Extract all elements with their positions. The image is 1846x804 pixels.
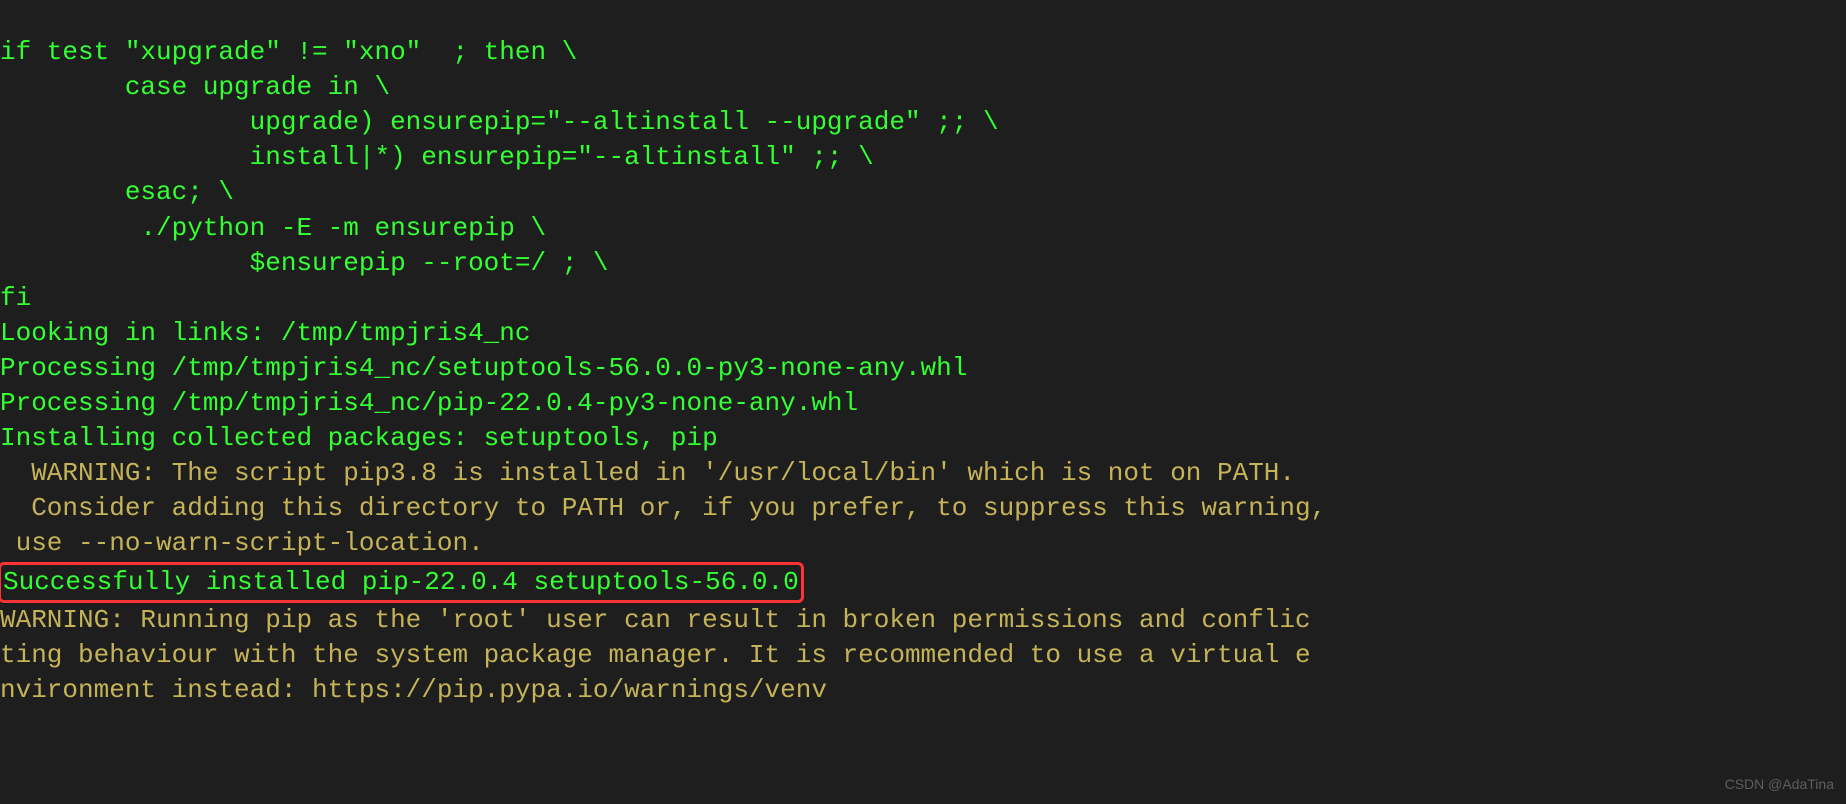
- code-line: fi: [0, 283, 31, 313]
- output-line: Processing /tmp/tmpjris4_nc/pip-22.0.4-p…: [0, 388, 858, 418]
- success-line-highlighted: Successfully installed pip-22.0.4 setupt…: [0, 562, 804, 603]
- watermark-text: CSDN @AdaTina: [1725, 775, 1834, 794]
- code-line: case upgrade in \: [0, 72, 390, 102]
- output-line: Processing /tmp/tmpjris4_nc/setuptools-5…: [0, 353, 967, 383]
- warning-line: Consider adding this directory to PATH o…: [0, 493, 1326, 523]
- warning-line: use --no-warn-script-location.: [0, 528, 484, 558]
- output-line: Looking in links: /tmp/tmpjris4_nc: [0, 318, 531, 348]
- warning-line: ting behaviour with the system package m…: [0, 640, 1311, 670]
- warning-line: nvironment instead: https://pip.pypa.io/…: [0, 675, 827, 705]
- output-line: Installing collected packages: setuptool…: [0, 423, 718, 453]
- terminal-output: if test "xupgrade" != "xno" ; then \ cas…: [0, 0, 1846, 708]
- warning-line: WARNING: The script pip3.8 is installed …: [0, 458, 1295, 488]
- warning-line: WARNING: Running pip as the 'root' user …: [0, 605, 1311, 635]
- code-line: esac; \: [0, 177, 234, 207]
- code-line: $ensurepip --root=/ ; \: [0, 248, 609, 278]
- code-line: install|*) ensurepip="--altinstall" ;; \: [0, 142, 874, 172]
- code-line: ./python -E -m ensurepip \: [0, 213, 546, 243]
- code-line: if test "xupgrade" != "xno" ; then \: [0, 37, 577, 67]
- code-line: upgrade) ensurepip="--altinstall --upgra…: [0, 107, 999, 137]
